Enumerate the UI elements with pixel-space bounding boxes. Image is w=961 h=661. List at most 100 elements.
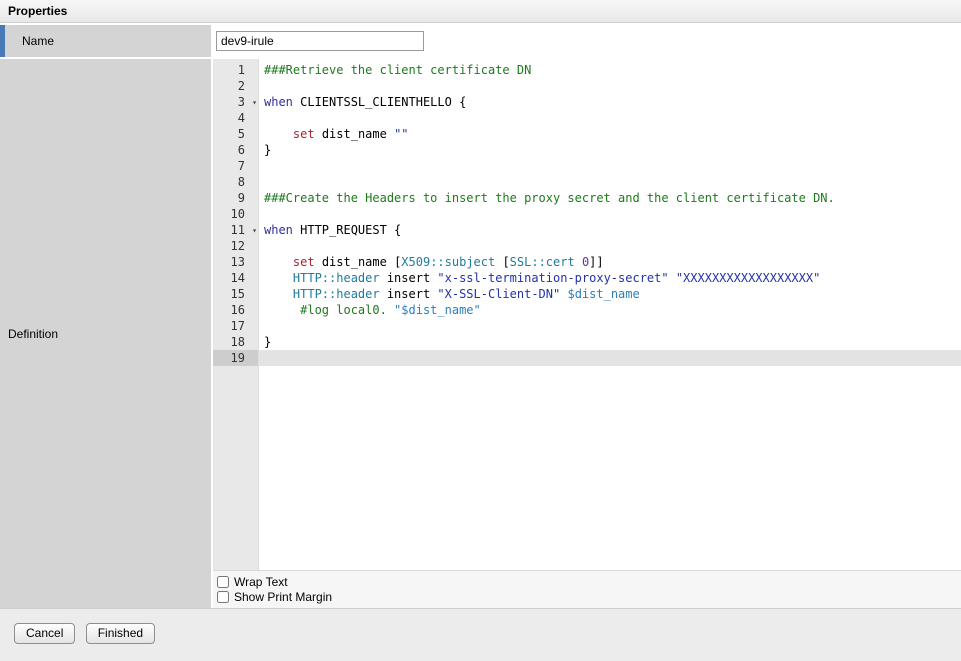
code-token-string: "" [394,127,408,141]
code-token-func: HTTP::header [293,287,380,301]
line-number[interactable]: 10 [213,206,258,222]
code-line[interactable] [259,174,961,190]
name-row: Name [0,25,961,57]
code-line[interactable]: set dist_name "" [259,126,961,142]
definition-row: Definition 123▾4567891011▾12131415161718… [0,59,961,608]
code-token-keyword: when [264,223,293,237]
code-token-comment: ###Create the Headers to insert the prox… [264,191,835,205]
code-token-plain [264,303,300,317]
code-token-var: "$dist_name" [394,303,481,317]
fold-toggle-icon[interactable]: ▾ [252,95,257,111]
code-token-plain: dist_name [315,127,394,141]
line-number[interactable]: 14 [213,270,258,286]
code-line[interactable]: ###Create the Headers to insert the prox… [259,190,961,206]
code-token-plain: ]] [589,255,603,269]
code-token-comment: ###Retrieve the client certificate DN [264,63,531,77]
code-line[interactable] [259,110,961,126]
show-print-margin-checkbox[interactable] [217,591,229,603]
show-print-margin-label[interactable]: Show Print Margin [234,590,332,604]
code-line[interactable] [259,238,961,254]
code-token-string: "XXXXXXXXXXXXXXXXXX" [676,271,821,285]
code-editor[interactable]: 123▾4567891011▾1213141516171819 ###Retri… [213,59,961,571]
code-token-plain: [ [495,255,509,269]
line-number[interactable]: 17 [213,318,258,334]
code-line[interactable] [259,158,961,174]
line-number[interactable]: 1 [213,62,258,78]
code-token-plain [669,271,676,285]
code-token-string: "x-ssl-termination-proxy-secret" [437,271,668,285]
code-token-plain: } [264,335,271,349]
fold-toggle-icon[interactable]: ▾ [252,223,257,239]
code-token-func: X509::subject [401,255,495,269]
line-number[interactable]: 2 [213,78,258,94]
line-number[interactable]: 12 [213,238,258,254]
code-token-plain: insert [380,287,438,301]
line-number[interactable]: 8 [213,174,258,190]
footer-bar: Cancel Finished [0,608,961,661]
line-number[interactable]: 19 [213,350,258,366]
code-line[interactable]: when CLIENTSSL_CLIENTHELLO { [259,94,961,110]
definition-label: Definition [8,327,58,341]
properties-page: Properties Name Definition 123▾456789101… [0,0,961,661]
code-line[interactable]: } [259,142,961,158]
code-line[interactable]: } [259,334,961,350]
definition-label-cell: Definition [0,59,211,608]
code-token-builtin: set [293,127,315,141]
name-input[interactable] [216,31,424,51]
line-number[interactable]: 9 [213,190,258,206]
wrap-text-label[interactable]: Wrap Text [234,575,288,589]
line-number[interactable]: 18 [213,334,258,350]
code-token-plain [264,271,293,285]
finished-button[interactable]: Finished [86,623,155,644]
required-accent-bar [0,25,5,57]
code-token-plain: dist_name [ [315,255,402,269]
code-lines[interactable]: ###Retrieve the client certificate DN whe… [259,59,961,570]
code-token-plain: } [264,143,271,157]
show-print-margin-option: Show Print Margin [215,589,961,604]
code-token-plain [264,127,293,141]
code-line[interactable]: HTTP::header insert "X-SSL-Client-DN" $d… [259,286,961,302]
code-token-plain [575,255,582,269]
line-number[interactable]: 6 [213,142,258,158]
definition-value-cell: 123▾4567891011▾1213141516171819 ###Retri… [213,59,961,608]
code-line[interactable]: set dist_name [X509::subject [SSL::cert … [259,254,961,270]
code-token-comment: #log local0. [300,303,394,317]
cancel-button[interactable]: Cancel [14,623,75,644]
line-number[interactable]: 4 [213,110,258,126]
code-line[interactable]: #log local0. "$dist_name" [259,302,961,318]
line-number[interactable]: 5 [213,126,258,142]
code-token-string: "X-SSL-Client-DN" [437,287,560,301]
line-number[interactable]: 3▾ [213,94,258,110]
code-line[interactable] [259,350,961,366]
code-token-plain: CLIENTSSL_CLIENTHELLO { [293,95,466,109]
code-token-plain [264,255,293,269]
code-token-func: SSL::cert [510,255,575,269]
line-number[interactable]: 16 [213,302,258,318]
code-line[interactable]: when HTTP_REQUEST { [259,222,961,238]
page-title: Properties [0,0,961,23]
wrap-text-option: Wrap Text [215,574,961,589]
code-line[interactable] [259,206,961,222]
line-number[interactable]: 7 [213,158,258,174]
code-token-plain: HTTP_REQUEST { [293,223,401,237]
code-token-func: HTTP::header [293,271,380,285]
properties-table: Name Definition 123▾4567891011▾121314151… [0,23,961,608]
line-number[interactable]: 11▾ [213,222,258,238]
editor-options: Wrap Text Show Print Margin [213,571,961,608]
wrap-text-checkbox[interactable] [217,576,229,588]
code-token-var: $dist_name [567,287,639,301]
name-label-cell: Name [0,25,211,57]
code-token-builtin: set [293,255,315,269]
name-value-cell [213,25,961,57]
code-token-plain [264,287,293,301]
line-number[interactable]: 15 [213,286,258,302]
code-token-keyword: when [264,95,293,109]
code-line[interactable]: ###Retrieve the client certificate DN [259,62,961,78]
gutter: 123▾4567891011▾1213141516171819 [213,59,259,570]
code-line[interactable] [259,78,961,94]
line-number[interactable]: 13 [213,254,258,270]
code-line[interactable]: HTTP::header insert "x-ssl-termination-p… [259,270,961,286]
code-line[interactable] [259,318,961,334]
code-token-plain: insert [380,271,438,285]
name-label: Name [22,34,54,48]
